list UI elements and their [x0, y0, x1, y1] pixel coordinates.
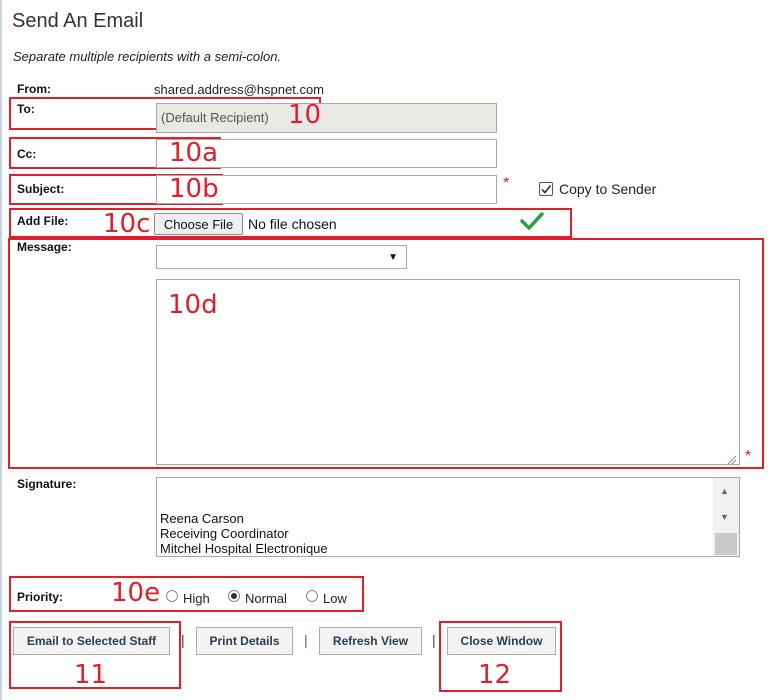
button-separator: | — [432, 632, 436, 648]
from-value: shared.address@hspnet.com — [154, 82, 325, 97]
annotation-10c: 10c — [103, 209, 151, 239]
no-file-chosen-text: No file chosen — [248, 216, 337, 232]
recipient-hint: Separate multiple recipients with a semi… — [13, 49, 282, 64]
message-textarea[interactable] — [156, 279, 740, 465]
annotation-10a: 10a — [169, 138, 219, 168]
dropdown-arrow-icon: ▼ — [388, 251, 398, 263]
annotation-10e: 10e — [111, 578, 161, 608]
message-template-select[interactable]: ▼ — [156, 245, 407, 269]
priority-normal-radio[interactable] — [228, 590, 240, 602]
to-field[interactable]: (Default Recipient) — [156, 103, 497, 133]
button-separator: | — [181, 632, 185, 648]
priority-normal-label: Normal — [245, 591, 287, 606]
priority-label: Priority: — [17, 590, 64, 604]
signature-label: Signature: — [17, 477, 77, 491]
cc-label: Cc: — [17, 147, 37, 161]
page-title: Send An Email — [12, 10, 144, 32]
refresh-view-button[interactable]: Refresh View — [319, 627, 422, 655]
button-separator: | — [304, 632, 308, 648]
annotation-11: 11 — [74, 660, 108, 690]
priority-low-radio[interactable] — [306, 590, 318, 602]
print-details-button[interactable]: Print Details — [196, 627, 293, 655]
choose-file-button[interactable]: Choose File — [154, 213, 243, 235]
signature-line-org: Mitchel Hospital Electronique — [160, 541, 328, 556]
resize-grip-icon[interactable] — [727, 452, 737, 470]
email-to-selected-staff-button[interactable]: Email to Selected Staff — [13, 627, 170, 655]
checkmark-icon — [541, 185, 552, 194]
copy-to-sender-label: Copy to Sender — [559, 181, 657, 197]
signature-textarea[interactable]: Reena Carson Receiving Coordinator Mitch… — [156, 477, 740, 557]
from-label: From: — [17, 82, 51, 96]
add-file-label: Add File: — [17, 214, 69, 228]
signature-line-name: Reena Carson — [160, 511, 244, 526]
annotation-10b: 10b — [169, 174, 219, 204]
window-left-edge — [0, 0, 2, 700]
signature-scrollbar[interactable]: ▲ ▼ — [713, 478, 739, 556]
priority-high-label: High — [183, 591, 210, 606]
subject-label: Subject: — [17, 182, 65, 196]
priority-low-label: Low — [323, 591, 347, 606]
annotation-12: 12 — [478, 660, 512, 690]
signature-line-role: Receiving Coordinator — [160, 526, 289, 541]
to-label: To: — [17, 102, 35, 116]
message-label: Message: — [17, 240, 72, 254]
annotation-10d: 10d — [168, 290, 218, 320]
success-check-icon — [520, 211, 544, 236]
scroll-down-icon[interactable]: ▼ — [720, 512, 729, 522]
close-window-button[interactable]: Close Window — [447, 627, 556, 655]
priority-high-radio[interactable] — [166, 590, 178, 602]
subject-required-marker: * — [503, 175, 510, 192]
message-required-marker: * — [745, 448, 752, 465]
scroll-up-icon[interactable]: ▲ — [720, 486, 729, 496]
scroll-thumb[interactable] — [715, 533, 737, 555]
copy-to-sender-checkbox[interactable] — [539, 182, 553, 196]
annotation-10: 10 — [288, 100, 322, 130]
